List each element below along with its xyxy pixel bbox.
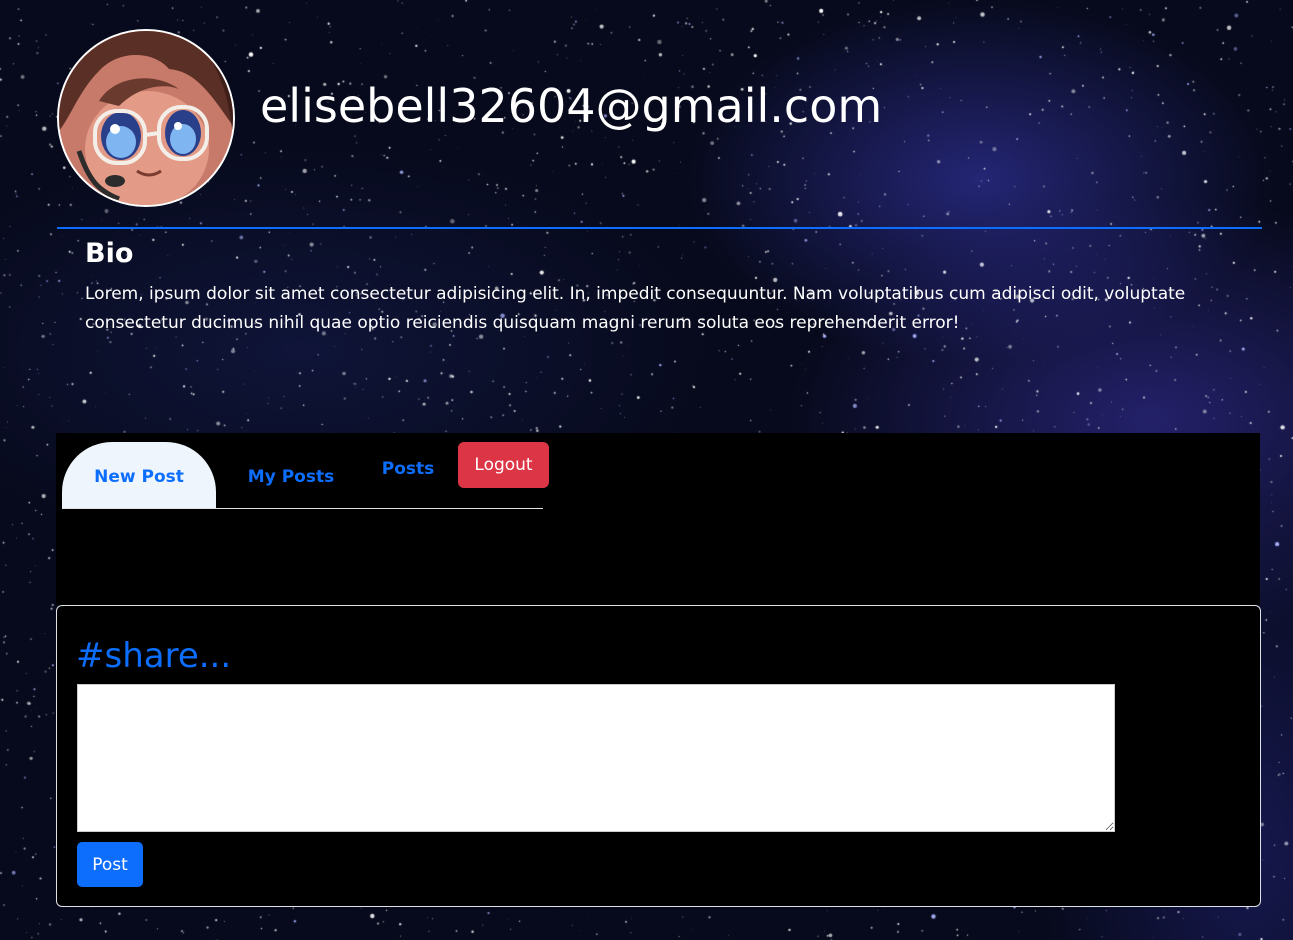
- tabs-panel: New Post My Posts Posts Logout: [56, 433, 1260, 605]
- share-textarea[interactable]: [77, 684, 1115, 832]
- tab-posts[interactable]: Posts: [378, 451, 438, 487]
- avatar-portrait-image: [59, 31, 233, 205]
- tab-my-posts[interactable]: My Posts: [232, 442, 350, 508]
- header-divider: [57, 227, 1262, 229]
- post-button[interactable]: Post: [77, 842, 143, 887]
- bio-text: Lorem, ipsum dolor sit amet consectetur …: [85, 284, 1186, 333]
- avatar: [57, 29, 235, 207]
- profile-email: elisebell32604@gmail.com: [260, 79, 883, 133]
- tab-bar: New Post My Posts Posts Logout: [62, 433, 549, 509]
- logout-button[interactable]: Logout: [458, 442, 549, 488]
- tab-new-post[interactable]: New Post: [62, 442, 216, 508]
- bio-heading: Bio: [85, 238, 134, 269]
- share-heading: #share...: [76, 636, 232, 676]
- share-card: #share... Post: [56, 605, 1261, 907]
